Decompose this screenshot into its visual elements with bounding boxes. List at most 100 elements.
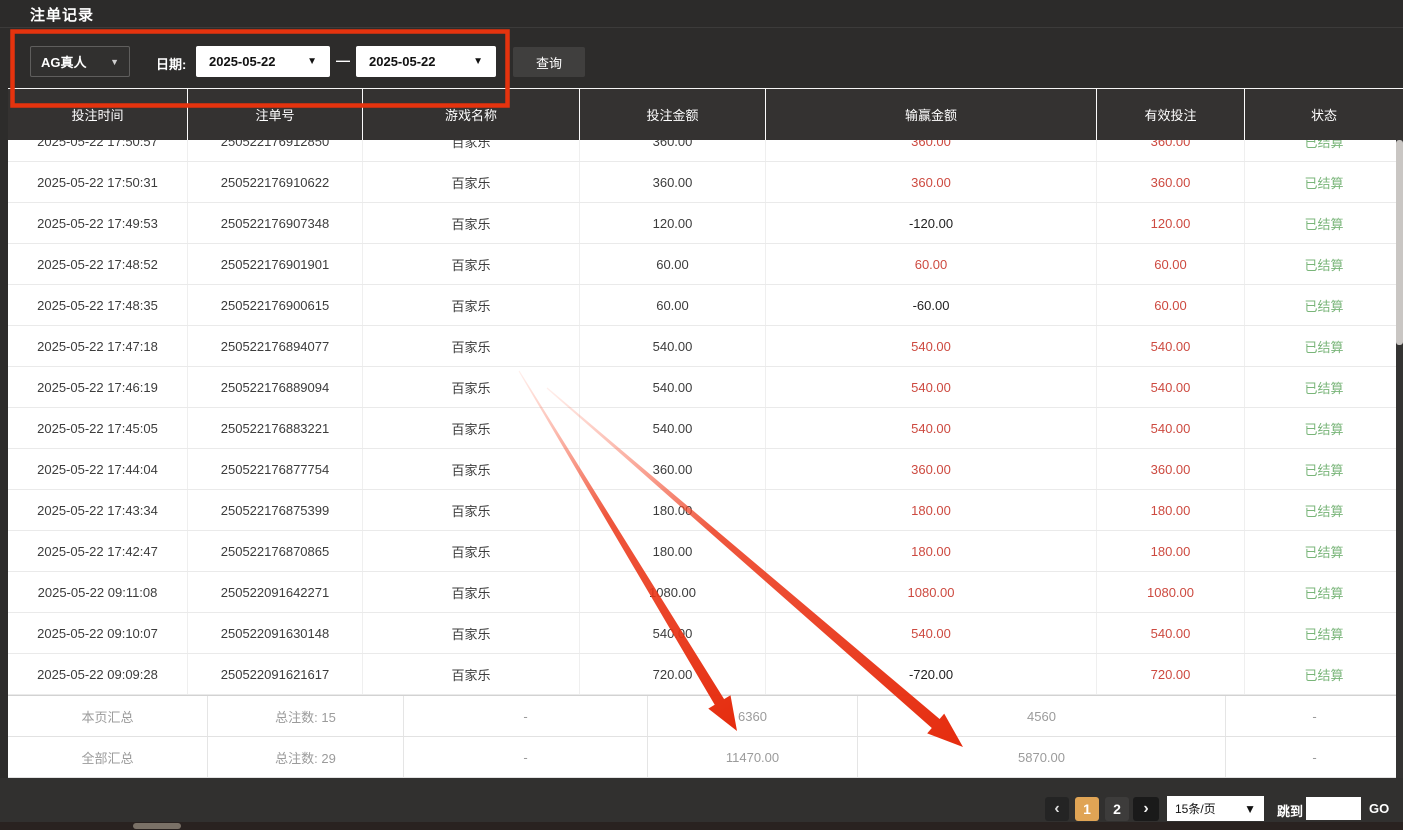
cell-winloss-amount: -720.00 <box>766 654 1097 694</box>
table-row: 2025-05-22 17:50:57250522176912850百家乐360… <box>8 140 1403 162</box>
cell-status: 已结算 <box>1245 203 1403 243</box>
cell-order-no: 250522176870865 <box>188 531 363 571</box>
vertical-scrollbar-thumb[interactable] <box>1396 140 1403 345</box>
cell-winloss-amount: 1080.00 <box>766 572 1097 612</box>
date-label: 日期: <box>156 54 186 73</box>
cell-order-no: 250522091642271 <box>188 572 363 612</box>
cell-valid-bet: 1080.00 <box>1097 572 1245 612</box>
cell-winloss-amount: 360.00 <box>766 162 1097 202</box>
cell-winloss-amount: -120.00 <box>766 203 1097 243</box>
cell-bet-time: 2025-05-22 17:46:19 <box>8 367 188 407</box>
chevron-down-icon: ▼ <box>307 56 317 67</box>
column-header-valid-bet: 有效投注 <box>1097 89 1245 140</box>
cell-order-no: 250522176900615 <box>188 285 363 325</box>
cell-status: 已结算 <box>1245 326 1403 366</box>
table-row: 2025-05-22 17:44:04250522176877754百家乐360… <box>8 449 1403 490</box>
cell-status: 已结算 <box>1245 244 1403 284</box>
summary-status: - <box>1226 696 1403 736</box>
cell-bet-amount: 60.00 <box>580 244 766 284</box>
cell-bet-time: 2025-05-22 17:48:35 <box>8 285 188 325</box>
cell-bet-amount: 60.00 <box>580 285 766 325</box>
table-row: 2025-05-22 17:45:05250522176883221百家乐540… <box>8 408 1403 449</box>
cell-bet-time: 2025-05-22 09:11:08 <box>8 572 188 612</box>
horizontal-scrollbar[interactable] <box>0 822 1403 830</box>
platform-select-value: AG真人 <box>41 52 87 71</box>
cell-game-name: 百家乐 <box>363 203 580 243</box>
cell-valid-bet: 180.00 <box>1097 490 1245 530</box>
cell-order-no: 250522176875399 <box>188 490 363 530</box>
cell-winloss-amount: 60.00 <box>766 244 1097 284</box>
prev-page-button[interactable]: ‹ <box>1045 797 1069 821</box>
chevron-down-icon: ▼ <box>1244 802 1256 816</box>
cell-valid-bet: 540.00 <box>1097 367 1245 407</box>
cell-winloss-amount: 360.00 <box>766 140 1097 161</box>
cell-status: 已结算 <box>1245 285 1403 325</box>
cell-order-no: 250522176877754 <box>188 449 363 489</box>
cell-bet-time: 2025-05-22 17:47:18 <box>8 326 188 366</box>
vertical-scrollbar[interactable] <box>1396 140 1403 778</box>
page-button-1[interactable]: 1 <box>1075 797 1099 821</box>
table-row: 2025-05-22 17:48:35250522176900615百家乐60.… <box>8 285 1403 326</box>
summary-game: - <box>404 737 648 777</box>
cell-game-name: 百家乐 <box>363 613 580 653</box>
cell-valid-bet: 360.00 <box>1097 162 1245 202</box>
column-header-game-name: 游戏名称 <box>363 89 580 140</box>
pagination-bar: ‹ 1 2 › 15条/页 ▼ 跳到 GO <box>0 778 1403 822</box>
go-button[interactable]: GO <box>1369 801 1389 816</box>
cell-game-name: 百家乐 <box>363 367 580 407</box>
platform-select[interactable]: AG真人 ▼ <box>30 46 130 77</box>
table-row: 2025-05-22 17:42:47250522176870865百家乐 180… <box>8 531 1403 572</box>
cell-status: 已结算 <box>1245 613 1403 653</box>
cell-winloss-amount: 540.00 <box>766 408 1097 448</box>
cell-status: 已结算 <box>1245 654 1403 694</box>
cell-winloss-amount: -60.00 <box>766 285 1097 325</box>
cell-order-no: 250522176894077 <box>188 326 363 366</box>
cell-status: 已结算 <box>1245 140 1403 161</box>
cell-valid-bet: 120.00 <box>1097 203 1245 243</box>
cell-bet-amount: 360.00 <box>580 449 766 489</box>
cell-game-name: 百家乐 <box>363 490 580 530</box>
page-size-select[interactable]: 15条/页 ▼ <box>1167 796 1264 821</box>
horizontal-scrollbar-thumb[interactable] <box>133 823 181 829</box>
next-page-button[interactable]: › <box>1133 797 1159 821</box>
cell-valid-bet: 60.00 <box>1097 244 1245 284</box>
summary-row-all: 全部汇总 总注数: 29 - 11470.00 5870.00 - <box>8 737 1403 778</box>
cell-valid-bet: 540.00 <box>1097 326 1245 366</box>
cell-bet-time: 2025-05-22 17:42:47 <box>8 531 188 571</box>
cell-bet-amount: 180.00 <box>580 490 766 530</box>
cell-bet-amount: 1080.00 <box>580 572 766 612</box>
cell-bet-amount: 720.00 <box>580 654 766 694</box>
summary-row-page: 本页汇总 总注数: 15 - 6360 4560 - <box>8 696 1403 737</box>
table-row: 2025-05-22 17:47:18250522176894077百家乐540… <box>8 326 1403 367</box>
table-row: 2025-05-22 17:50:31250522176910622百家乐360… <box>8 162 1403 203</box>
cell-order-no: 250522176907348 <box>188 203 363 243</box>
cell-order-no: 250522091630148 <box>188 613 363 653</box>
cell-status: 已结算 <box>1245 162 1403 202</box>
page-button-2[interactable]: 2 <box>1105 797 1129 821</box>
jump-to-input[interactable] <box>1306 797 1361 820</box>
cell-game-name: 百家乐 <box>363 285 580 325</box>
cell-bet-time: 2025-05-22 17:45:05 <box>8 408 188 448</box>
date-to-select[interactable]: 2025-05-22 ▼ <box>356 46 496 77</box>
cell-winloss-amount: 540.00 <box>766 367 1097 407</box>
cell-valid-bet: 180.00 <box>1097 531 1245 571</box>
cell-valid-bet: 540.00 <box>1097 408 1245 448</box>
cell-game-name: 百家乐 <box>363 531 580 571</box>
date-to-value: 2025-05-22 <box>369 54 436 69</box>
column-header-winloss-amount: 输赢金额 <box>766 89 1097 140</box>
cell-game-name: 百家乐 <box>363 162 580 202</box>
cell-status: 已结算 <box>1245 572 1403 612</box>
cell-bet-time: 2025-05-22 17:48:52 <box>8 244 188 284</box>
cell-game-name: 百家乐 <box>363 140 580 161</box>
date-from-select[interactable]: 2025-05-22 ▼ <box>196 46 330 77</box>
cell-valid-bet: 60.00 <box>1097 285 1245 325</box>
column-header-bet-amount: 投注金额 <box>580 89 766 140</box>
top-title-bar: 注单记录 <box>0 0 1403 28</box>
query-button[interactable]: 查询 <box>513 47 585 77</box>
cell-bet-time: 2025-05-22 17:50:57 <box>8 140 188 161</box>
cell-winloss-amount: 180.00 <box>766 490 1097 530</box>
summary-bet-total: 6360 <box>648 696 858 736</box>
cell-bet-time: 2025-05-22 09:09:28 <box>8 654 188 694</box>
cell-valid-bet: 540.00 <box>1097 613 1245 653</box>
cell-bet-amount: 540.00 <box>580 613 766 653</box>
